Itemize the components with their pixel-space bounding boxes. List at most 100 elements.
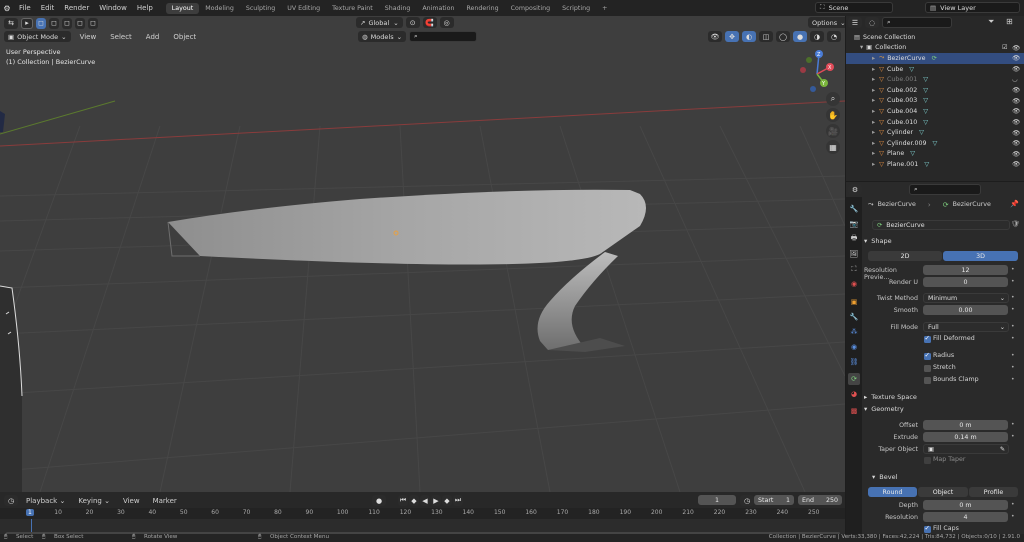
menu-edit[interactable]: Edit [36, 4, 60, 12]
bevel-profile-tab[interactable]: Profile [969, 487, 1018, 497]
keyframe-dot-icon[interactable]: • [1011, 323, 1015, 330]
resolution-preview-field[interactable]: 12 [923, 265, 1008, 275]
outliner-search-input[interactable]: ⌕ [882, 17, 952, 28]
fill-mode-dropdown[interactable]: Full ⌄ [923, 322, 1009, 332]
mesh-data-icon[interactable]: ▽ [924, 161, 929, 168]
chevron-right-icon[interactable]: ▸ [872, 161, 875, 168]
outliner-item[interactable]: ▸ ▽ Plane.001 ▽ 👁 [846, 159, 1024, 170]
outliner-editor-type-icon[interactable]: ☰ [848, 17, 862, 28]
outliner-item[interactable]: ▸ ▽ Cylinder ▽ 👁 [846, 127, 1024, 138]
eye-icon[interactable]: 👁 [1012, 65, 1020, 73]
chevron-right-icon[interactable]: ▸ [872, 76, 875, 83]
taper-object-field[interactable]: ▣ ✎ [923, 444, 1009, 454]
particles-tab-icon[interactable]: ⁂ [848, 326, 860, 338]
timeline-menu-playback[interactable]: Playback ⌄ [21, 497, 70, 505]
keyframe-dot-icon[interactable]: • [1011, 278, 1015, 285]
tab-texture-paint[interactable]: Texture Paint [326, 3, 379, 14]
twist-method-dropdown[interactable]: Minimum ⌄ [923, 293, 1009, 303]
texture-space-section-header[interactable]: ▸ Texture Space [864, 391, 1022, 402]
outliner-collection[interactable]: ▾ ▣ Collection ☑ 👁 [846, 43, 1024, 54]
tab-rendering[interactable]: Rendering [460, 3, 504, 14]
overlay-toggle-icon[interactable]: ◐ [742, 31, 756, 42]
view-layer-tab-icon[interactable]: 🖼 [848, 248, 860, 260]
mesh-data-icon[interactable]: ▽ [923, 108, 928, 115]
snap-icon[interactable]: 🧲 [422, 17, 437, 28]
jump-end-icon[interactable]: ⏭ [453, 495, 463, 506]
pin-icon[interactable]: 📌 [1010, 200, 1019, 208]
rendered-shading-icon[interactable]: ◔ [827, 31, 841, 42]
material-shading-icon[interactable]: ◑ [810, 31, 824, 42]
play-reverse-icon[interactable]: ◀ [420, 495, 430, 506]
outliner-item[interactable]: ▸ ▽ Cube.004 ▽ 👁 [846, 106, 1024, 117]
menu-window[interactable]: Window [94, 4, 132, 12]
select-invert-icon[interactable]: ◻ [75, 17, 85, 29]
bevel-round-tab[interactable]: Round [868, 487, 917, 497]
outliner-item[interactable]: ▸ ▽ Cube.010 ▽ 👁 [846, 117, 1024, 128]
preview-range-icon[interactable]: ◷ [740, 495, 754, 506]
properties-search-input[interactable]: ⌕ [909, 184, 981, 195]
chevron-down-icon[interactable]: ▾ [860, 44, 863, 51]
eye-icon[interactable]: 👁 [1012, 150, 1020, 158]
fill-deformed-checkbox[interactable] [924, 334, 931, 343]
gizmo-toggle-icon[interactable]: ✥ [725, 31, 739, 42]
zoom-icon[interactable]: ⌕ [826, 92, 840, 106]
transform-orientation-dropdown[interactable]: ↗ Global ⌄ [356, 17, 403, 28]
keyframe-dot-icon[interactable]: • [1011, 364, 1015, 371]
outliner-item[interactable]: ▸ ▽ Cylinder.009 ▽ 👁 [846, 138, 1024, 149]
dimension-3d-button[interactable]: 3D [943, 251, 1018, 261]
timeline-menu-marker[interactable]: Marker [148, 497, 182, 505]
world-tab-icon[interactable]: ◉ [848, 278, 860, 290]
wireframe-shading-icon[interactable]: ◯ [776, 31, 790, 42]
tab-sculpting[interactable]: Sculpting [240, 3, 281, 14]
mesh-data-icon[interactable]: ▽ [923, 87, 928, 94]
outliner-item[interactable]: ▸ ▽ Cube.002 ▽ 👁 [846, 85, 1024, 96]
mesh-data-icon[interactable]: ▽ [923, 97, 928, 104]
keyframe-dot-icon[interactable]: • [1011, 376, 1015, 383]
mesh-data-icon[interactable]: ▽ [909, 66, 914, 73]
eye-icon[interactable]: 👁 [1012, 118, 1020, 126]
keyframe-dot-icon[interactable]: • [1011, 421, 1015, 428]
keyframe-dot-icon[interactable]: • [1011, 433, 1015, 440]
pivot-point-icon[interactable]: ⊙ [405, 17, 420, 28]
chevron-right-icon[interactable]: ▸ [872, 55, 875, 62]
bevel-object-tab[interactable]: Object [918, 487, 968, 497]
viewport-menu-select[interactable]: Select [105, 33, 137, 41]
constraints-tab-icon[interactable]: ⛓ [848, 356, 860, 368]
select-extend-icon[interactable]: ◻ [49, 17, 59, 29]
mesh-data-icon[interactable]: ▽ [919, 129, 924, 136]
tab-animation[interactable]: Animation [416, 3, 460, 14]
eye-icon[interactable]: 👁 [1012, 54, 1020, 62]
viewport-search-input[interactable]: ⌕ [409, 31, 478, 42]
chevron-right-icon[interactable]: ▸ [872, 97, 875, 104]
grid-toggle-icon[interactable]: ▦ [826, 140, 840, 154]
select-intersect-icon[interactable]: ◻ [88, 17, 98, 29]
proportional-edit-icon[interactable]: ◎ [439, 17, 454, 28]
mesh-data-icon[interactable]: ▽ [923, 119, 928, 126]
tab-compositing[interactable]: Compositing [505, 3, 556, 14]
checkbox-icon[interactable]: ☑ [1002, 44, 1008, 51]
outliner-item[interactable]: ▸ ▽ Plane ▽ 👁 [846, 149, 1024, 160]
select-subtract-icon[interactable]: ◻ [62, 17, 72, 29]
timeline-menu-keying[interactable]: Keying ⌄ [73, 497, 115, 505]
chevron-right-icon[interactable]: ▸ [872, 150, 875, 157]
prev-keyframe-icon[interactable]: ◆ [409, 495, 419, 506]
viewport-menu-object[interactable]: Object [168, 33, 201, 41]
eye-icon[interactable]: 👁 [1012, 160, 1020, 168]
3d-viewport[interactable]: ⇆ ▸ ◻ ◻ ◻ ◻ ◻ ↗ Global ⌄ ⊙ 🧲 ◎ Options ⌄ ▣ O… [0, 16, 845, 492]
timeline-menu-view[interactable]: View [118, 497, 145, 505]
map-taper-checkbox[interactable] [924, 457, 931, 464]
chevron-right-icon[interactable]: ▸ [872, 119, 875, 126]
mesh-data-icon[interactable]: ▽ [923, 76, 928, 83]
fake-user-icon[interactable]: 🛡 [1011, 220, 1020, 228]
outliner-item[interactable]: ▸ ▽ Cube.003 ▽ 👁 [846, 96, 1024, 107]
fill-caps-checkbox[interactable] [924, 524, 931, 533]
keyframe-dot-icon[interactable]: • [1011, 352, 1015, 359]
blender-logo-icon[interactable]: ⚙ [0, 4, 14, 13]
camera-view-icon[interactable]: 🎥 [826, 124, 840, 138]
view-layer-selector[interactable]: ▤ View Layer [925, 2, 1020, 13]
eye-icon[interactable]: 👁 [1012, 139, 1020, 147]
modifier-tab-icon[interactable]: 🔧 [848, 311, 860, 323]
chevron-right-icon[interactable]: ▸ [872, 108, 875, 115]
viewport-menu-add[interactable]: Add [141, 33, 165, 41]
outliner-item[interactable]: ▸ ⤳ BezierCurve ⟳ 👁 [846, 53, 1024, 64]
